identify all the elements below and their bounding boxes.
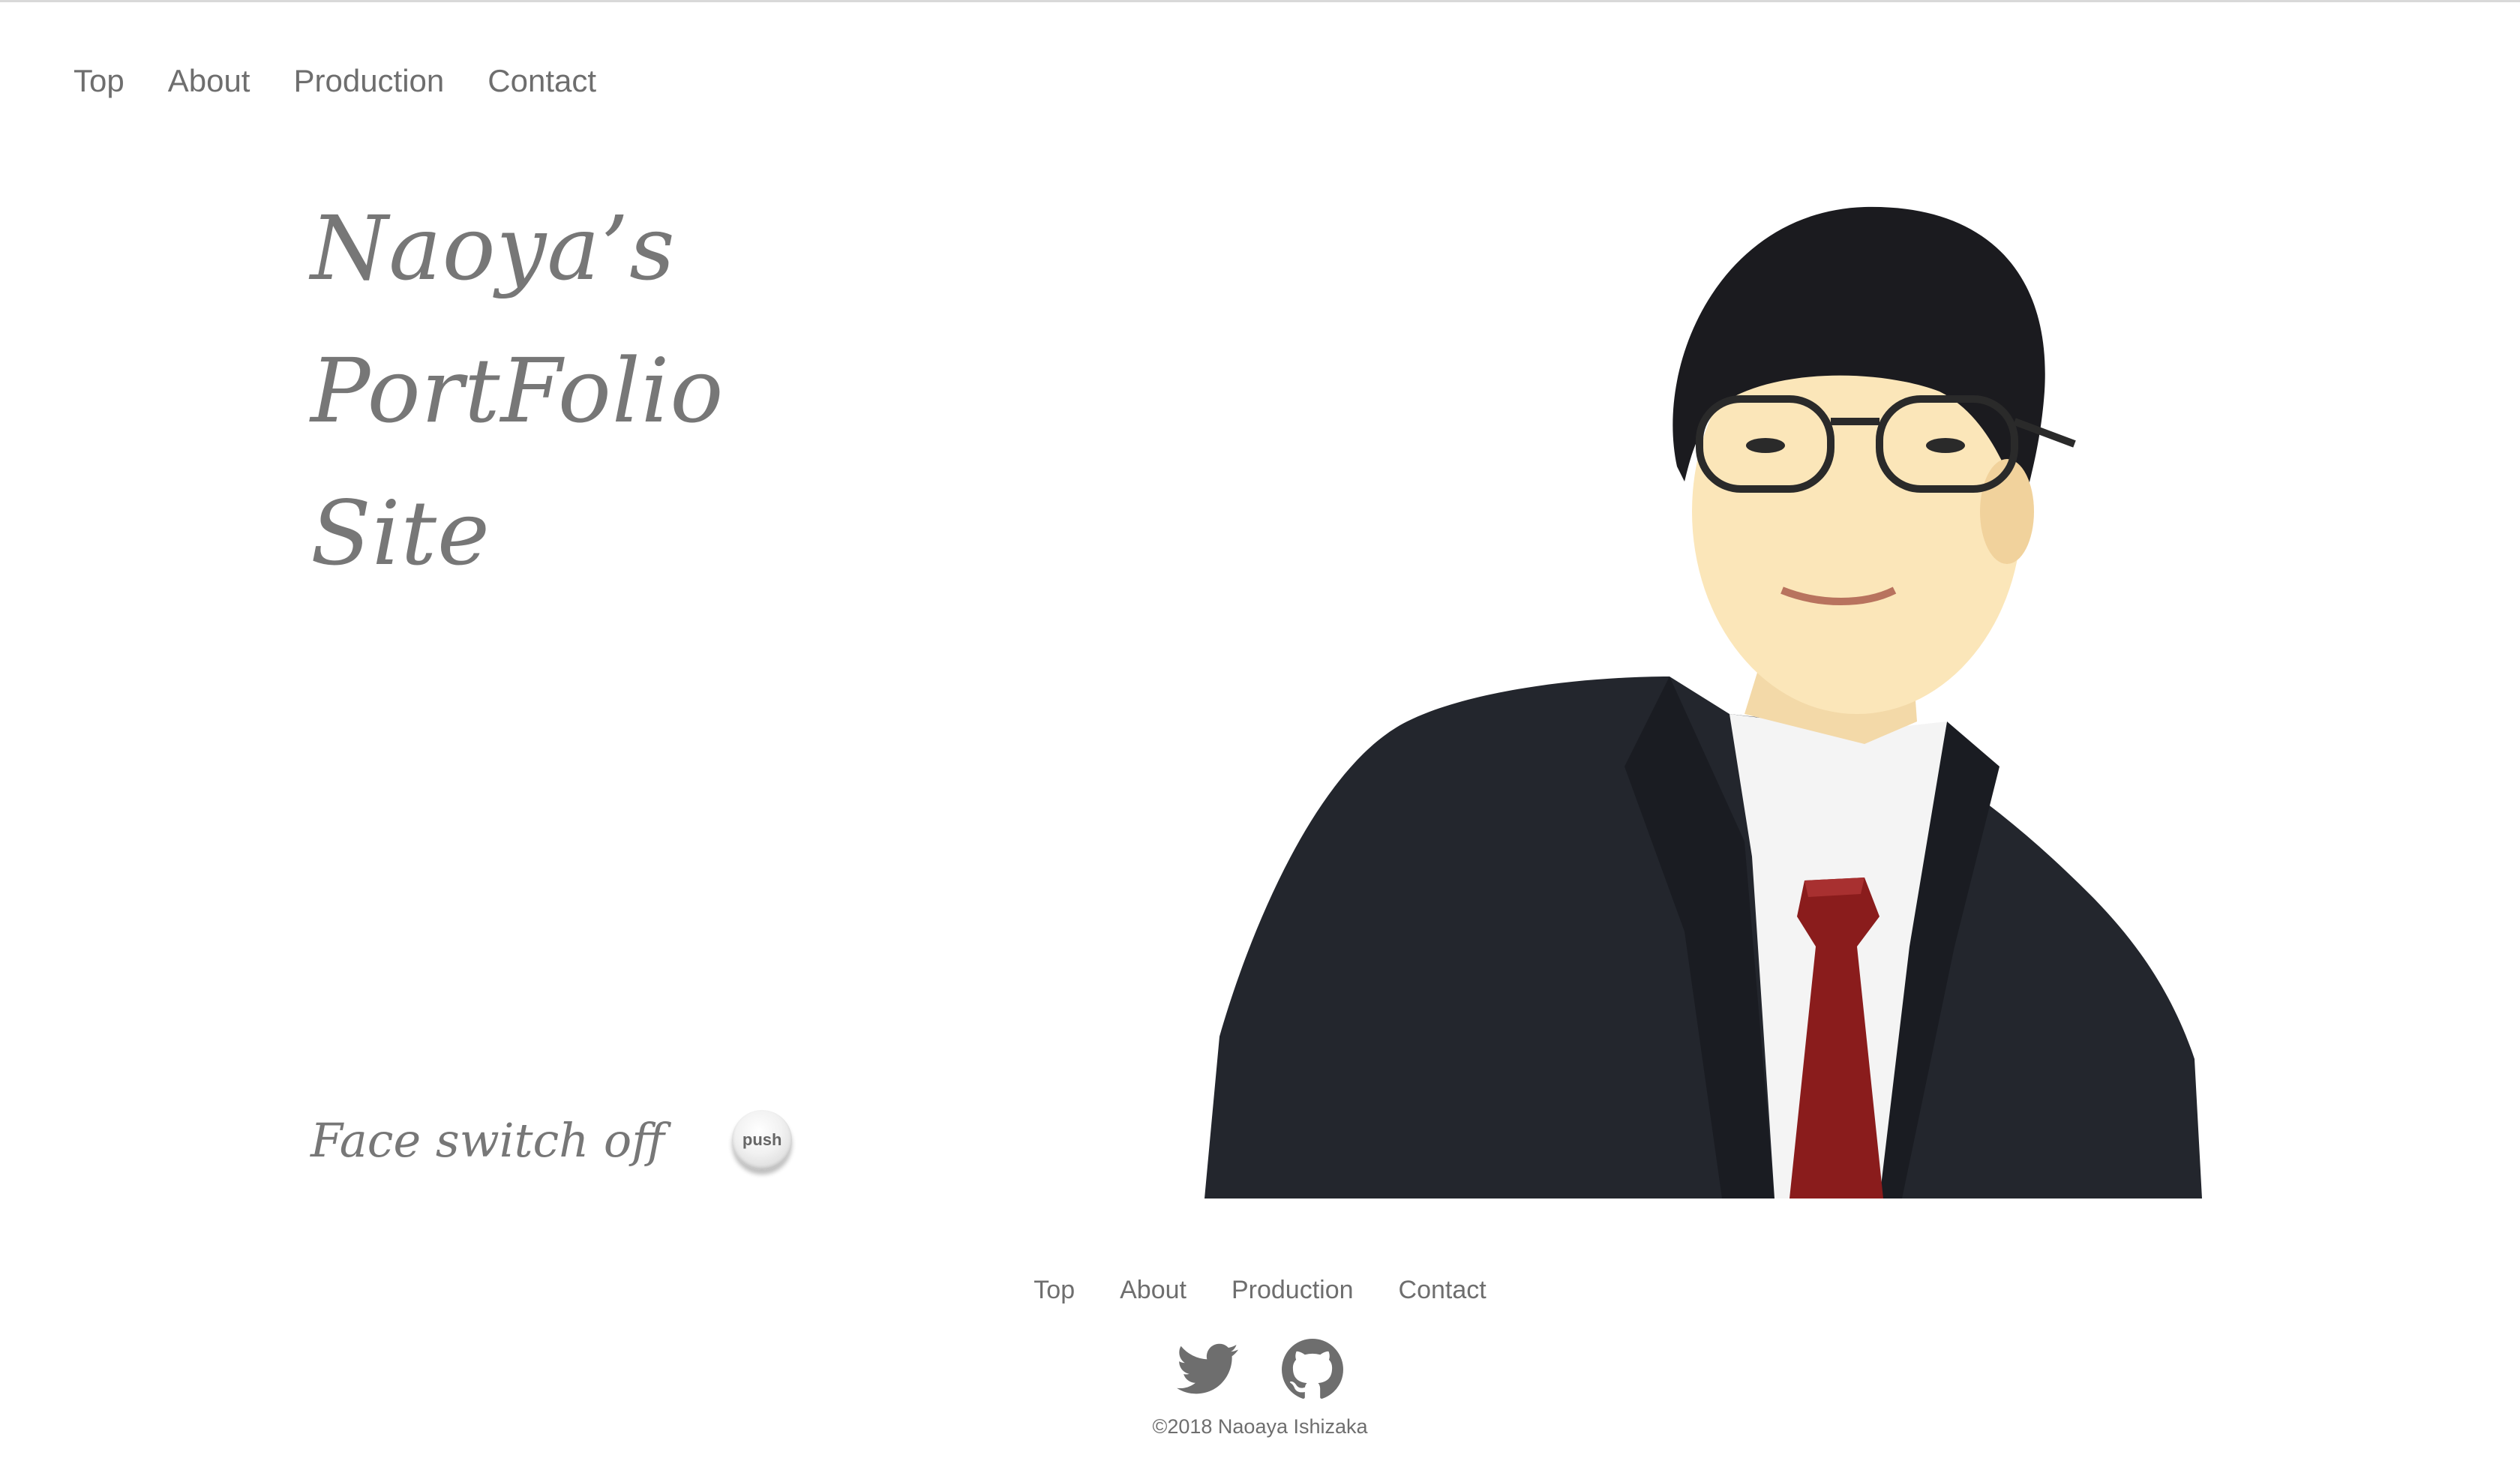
footer-link-production[interactable]: Production <box>1232 1270 1354 1310</box>
top-divider <box>0 0 2520 2</box>
face-switch-label: Face switch off <box>310 1112 665 1168</box>
copyright: ©2018 Naoaya Ishizaka <box>1152 1415 1368 1438</box>
page: Top About Production Contact Naoya’s Por… <box>0 0 2520 1458</box>
push-button[interactable]: push <box>732 1110 793 1170</box>
face-switch: Face switch off push <box>310 1110 793 1170</box>
github-icon <box>1282 1339 1343 1399</box>
nav-link-top[interactable]: Top <box>74 57 124 105</box>
social-links <box>0 1338 2520 1400</box>
site-title: Naoya’s PortFolio Site <box>310 177 724 604</box>
site-title-line-2: PortFolio <box>310 339 724 442</box>
footer-link-about[interactable]: About <box>1120 1270 1186 1310</box>
footer-link-top[interactable]: Top <box>1034 1270 1075 1310</box>
site-title-line-3: Site <box>310 482 490 585</box>
github-link[interactable] <box>1282 1338 1343 1400</box>
twitter-icon <box>1177 1343 1238 1394</box>
portrait-image <box>1204 196 2202 1198</box>
footer-nav: Top About Production Contact <box>0 1270 2520 1310</box>
site-title-line-1: Naoya’s <box>310 196 676 300</box>
nav-link-production[interactable]: Production <box>293 57 444 105</box>
footer-link-contact[interactable]: Contact <box>1399 1270 1486 1310</box>
nav-link-about[interactable]: About <box>168 57 250 105</box>
nav-link-contact[interactable]: Contact <box>488 57 596 105</box>
twitter-link[interactable] <box>1177 1338 1238 1400</box>
top-nav: Top About Production Contact <box>74 57 596 105</box>
